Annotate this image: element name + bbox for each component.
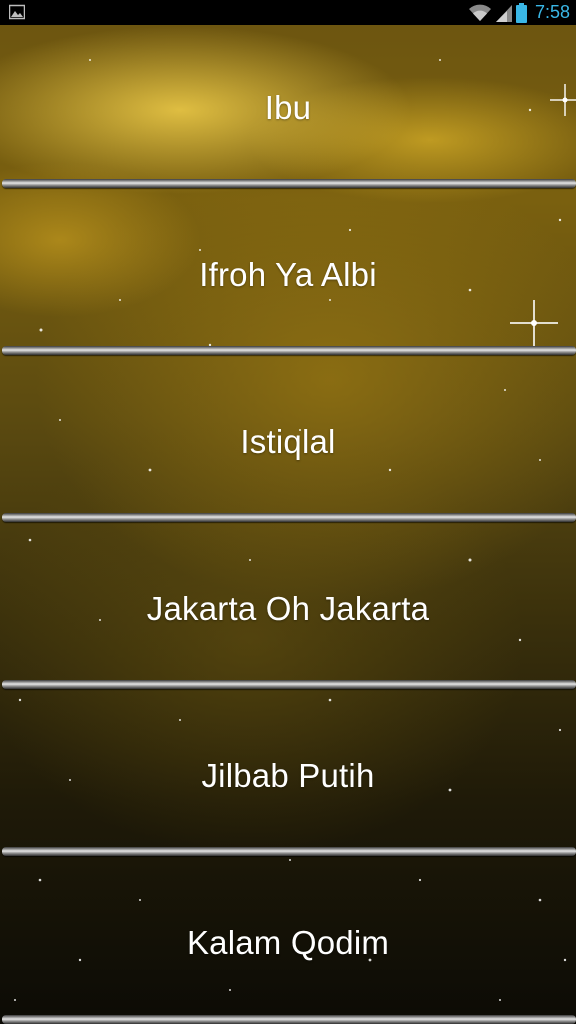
picture-icon xyxy=(9,4,25,20)
list-divider xyxy=(2,179,576,188)
list-item[interactable]: Kalam Qodim xyxy=(0,860,576,1024)
song-title: Jilbab Putih xyxy=(201,757,375,794)
list-divider xyxy=(2,1015,576,1024)
list-divider xyxy=(2,847,576,856)
list-divider xyxy=(2,346,576,355)
battery-icon xyxy=(515,2,527,23)
status-bar: 7:58 xyxy=(0,0,576,25)
list-divider xyxy=(2,680,576,689)
song-list: Ibu Ifroh Ya Albi Istiqlal Jakarta Oh Ja… xyxy=(0,25,576,1024)
list-item[interactable]: Istiqlal xyxy=(0,359,576,525)
status-time: 7:58 xyxy=(534,2,570,22)
song-title: Ifroh Ya Albi xyxy=(199,256,377,293)
song-title: Istiqlal xyxy=(240,423,336,460)
list-item[interactable]: Ifroh Ya Albi xyxy=(0,192,576,358)
song-title: Jakarta Oh Jakarta xyxy=(146,590,430,627)
wifi-icon xyxy=(468,4,491,21)
song-title: Ibu xyxy=(264,89,312,126)
song-title: Kalam Qodim xyxy=(186,924,390,961)
list-item[interactable]: Ibu xyxy=(0,25,576,191)
status-icons: 7:58 xyxy=(468,0,570,25)
list-divider xyxy=(2,513,576,522)
list-item[interactable]: Jakarta Oh Jakarta xyxy=(0,526,576,692)
list-item[interactable]: Jilbab Putih xyxy=(0,693,576,859)
screen: 7:58 Ibu Ifroh Ya Albi Istiqlal Jakarta … xyxy=(0,0,576,1024)
signal-icon xyxy=(495,4,512,22)
